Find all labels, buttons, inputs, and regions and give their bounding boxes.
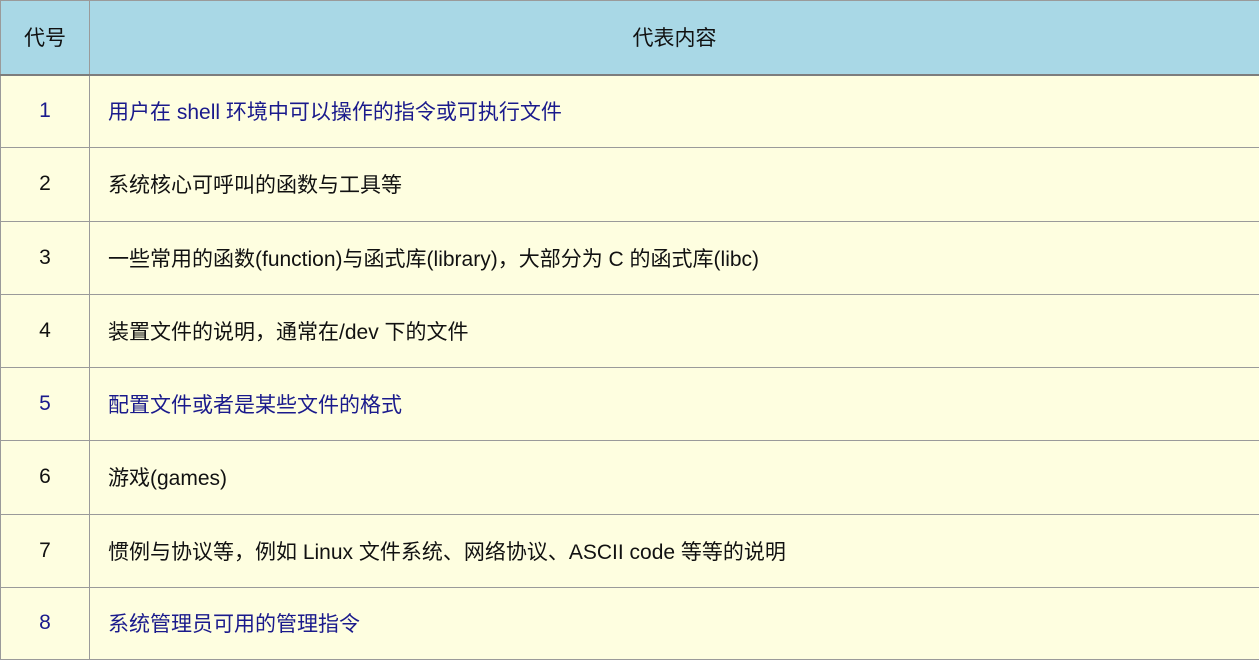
section-description: 惯例与协议等，例如 Linux 文件系统、网络协议、ASCII code 等等的…	[89, 513, 1259, 588]
section-code: 1	[0, 73, 90, 149]
section-description: 用户在 shell 环境中可以操作的指令或可执行文件	[89, 73, 1259, 149]
manual-sections-table: 代号 代表内容 1 用户在 shell 环境中可以操作的指令或可执行文件 2 系…	[0, 0, 1259, 660]
section-code: 7	[0, 513, 90, 588]
table-row: 2 系统核心可呼叫的函数与工具等	[0, 147, 1259, 222]
table-row: 6 游戏(games)	[0, 440, 1259, 515]
section-description: 系统核心可呼叫的函数与工具等	[89, 147, 1259, 222]
table-body: 1 用户在 shell 环境中可以操作的指令或可执行文件 2 系统核心可呼叫的函…	[0, 73, 1259, 660]
section-description: 系统管理员可用的管理指令	[89, 586, 1259, 660]
table-row: 8 系统管理员可用的管理指令	[0, 586, 1259, 660]
table-header: 代号 代表内容	[0, 0, 1259, 76]
table-row: 3 一些常用的函数(function)与函式库(library)，大部分为 C …	[0, 220, 1259, 295]
section-description: 装置文件的说明，通常在/dev 下的文件	[89, 293, 1259, 369]
section-code: 4	[0, 293, 90, 369]
section-code: 6	[0, 440, 90, 515]
section-description: 游戏(games)	[89, 440, 1259, 515]
section-code: 5	[0, 366, 90, 442]
content-column-header: 代表内容	[89, 0, 1259, 76]
code-column-header: 代号	[0, 0, 90, 76]
section-description: 一些常用的函数(function)与函式库(library)，大部分为 C 的函…	[89, 220, 1259, 295]
section-code: 8	[0, 586, 90, 660]
section-description: 配置文件或者是某些文件的格式	[89, 366, 1259, 442]
table-row: 7 惯例与协议等，例如 Linux 文件系统、网络协议、ASCII code 等…	[0, 513, 1259, 588]
section-code: 2	[0, 147, 90, 222]
table-row: 1 用户在 shell 环境中可以操作的指令或可执行文件	[0, 73, 1259, 149]
table-row: 4 装置文件的说明，通常在/dev 下的文件	[0, 293, 1259, 369]
header-row: 代号 代表内容	[0, 0, 1259, 76]
section-code: 3	[0, 220, 90, 295]
table-row: 5 配置文件或者是某些文件的格式	[0, 366, 1259, 442]
